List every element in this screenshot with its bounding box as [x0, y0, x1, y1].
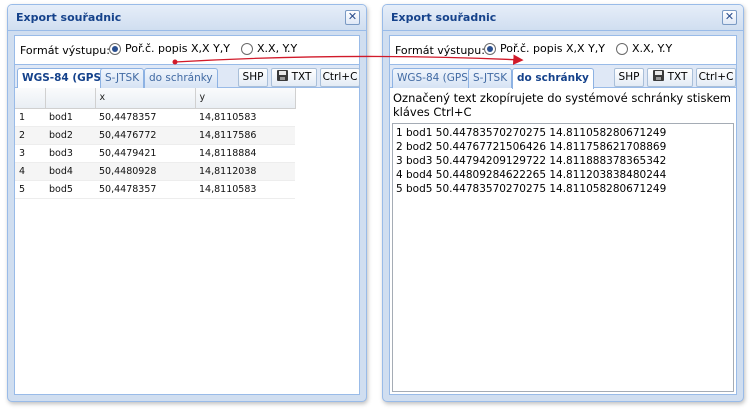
radio-unchecked-icon[interactable]	[241, 42, 253, 55]
cell-name: bod1	[45, 108, 95, 127]
tab-wgs84[interactable]: WGS-84 (GPS)	[17, 68, 111, 89]
cell-name: bod3	[45, 144, 95, 163]
tab-clipboard[interactable]: do schránky	[512, 68, 594, 89]
format-radio-2[interactable]: X.X, Y.Y	[616, 42, 672, 55]
column-header-name[interactable]	[45, 88, 96, 109]
window-header: Export souřadnic ✕	[383, 5, 743, 31]
format-radio-1[interactable]: Poř.č. popis X,X Y,Y	[109, 42, 230, 55]
cell-index: 4	[15, 162, 45, 181]
grid-header-row: x y	[15, 88, 296, 109]
clipboard-line: 1 bod1 50.44783570270275 14.811058280671…	[396, 127, 667, 139]
cell-y: 14,8118884	[195, 144, 295, 163]
cell-y: 14,8117586	[195, 126, 295, 145]
column-header-y[interactable]: y	[195, 88, 296, 109]
format-row: Formát výstupu: Poř.č. popis X,X Y,Y X.X…	[15, 36, 359, 64]
table-row[interactable]: 4 bod4 50,4480928 14,8112038	[15, 162, 295, 181]
close-icon[interactable]: ✕	[722, 10, 737, 25]
clipboard-line: 5 bod5 50.44783570270275 14.811058280671…	[396, 183, 667, 195]
tab-sjtsk[interactable]: S-JTSK	[100, 68, 145, 88]
floppy-disk-icon	[276, 70, 288, 81]
clipboard-line: 4 bod4 50.44809284622265 14.811203838480…	[396, 169, 667, 181]
table-row[interactable]: 3 bod3 50,4479421 14,8118884	[15, 144, 295, 163]
export-window-right: Export souřadnic ✕ Formát výstupu: Poř.č…	[382, 4, 744, 402]
tab-bar: WGS-84 (GPS) S-JTSK do schránky SHP TXT …	[390, 64, 736, 89]
cell-y: 14,8112038	[195, 162, 295, 181]
tab-clipboard[interactable]: do schránky	[144, 68, 218, 88]
ctrl-c-button[interactable]: Ctrl+C	[320, 68, 360, 87]
column-header-index[interactable]	[15, 88, 46, 109]
shp-button[interactable]: SHP	[614, 68, 644, 87]
table-row[interactable]: 2 bod2 50,4476772 14,8117586	[15, 126, 295, 145]
column-header-x[interactable]: x	[95, 88, 196, 109]
cell-x: 50,4478357	[95, 108, 195, 127]
cell-index: 1	[15, 108, 45, 127]
window-title: Export souřadnic	[391, 11, 497, 24]
txt-button[interactable]: TXT	[647, 68, 693, 87]
format-option-label: Poř.č. popis X,X Y,Y	[125, 42, 230, 55]
radio-checked-icon[interactable]	[109, 42, 121, 55]
radio-unchecked-icon[interactable]	[616, 42, 628, 55]
window-title: Export souřadnic	[16, 11, 122, 24]
clipboard-line: 3 bod3 50.44794209129722 14.811888378365…	[396, 155, 667, 167]
window-body: Formát výstupu: Poř.č. popis X,X Y,Y X.X…	[14, 35, 360, 395]
window-header: Export souřadnic ✕	[8, 5, 366, 31]
close-icon[interactable]: ✕	[345, 10, 360, 25]
clipboard-line: 2 bod2 50.44767721506426 14.811758621708…	[396, 141, 667, 153]
shp-button[interactable]: SHP	[238, 68, 268, 87]
cell-x: 50,4480928	[95, 162, 195, 181]
cell-index: 2	[15, 126, 45, 145]
cell-name: bod5	[45, 180, 95, 199]
tab-wgs84[interactable]: WGS-84 (GPS)	[392, 68, 477, 88]
cell-x: 50,4478357	[95, 180, 195, 199]
txt-button[interactable]: TXT	[271, 68, 317, 87]
tab-sjtsk[interactable]: S-JTSK	[468, 68, 513, 88]
export-window-left: Export souřadnic ✕ Formát výstupu: Poř.č…	[7, 4, 367, 402]
clipboard-hint: Označený text zkopírujete do systémové s…	[390, 89, 736, 121]
format-row: Formát výstupu: Poř.č. popis X,X Y,Y X.X…	[390, 36, 736, 64]
floppy-disk-icon	[652, 70, 664, 81]
window-body: Formát výstupu: Poř.č. popis X,X Y,Y X.X…	[389, 35, 737, 395]
format-label: Formát výstupu:	[20, 44, 110, 57]
cell-index: 5	[15, 180, 45, 199]
cell-index: 3	[15, 144, 45, 163]
format-option-label: X.X, Y.Y	[257, 42, 298, 55]
tab-bar: WGS-84 (GPS) S-JTSK do schránky SHP TXT …	[15, 64, 360, 89]
cell-name: bod2	[45, 126, 95, 145]
coordinates-grid: x y 1 bod1 50,4478357 14,8110583 2 bod2 …	[15, 88, 359, 394]
cell-x: 50,4479421	[95, 144, 195, 163]
cell-name: bod4	[45, 162, 95, 181]
clipboard-textarea[interactable]: 1 bod1 50.44783570270275 14.811058280671…	[392, 123, 734, 392]
format-radio-2[interactable]: X.X, Y.Y	[241, 42, 297, 55]
cell-y: 14,8110583	[195, 180, 295, 199]
radio-checked-icon[interactable]	[484, 42, 496, 55]
format-option-label: X.X, Y.Y	[632, 42, 673, 55]
cell-x: 50,4476772	[95, 126, 195, 145]
txt-button-label: TXT	[291, 71, 312, 83]
format-label: Formát výstupu:	[395, 44, 485, 57]
ctrl-c-button[interactable]: Ctrl+C	[696, 68, 736, 87]
txt-button-label: TXT	[667, 71, 688, 83]
table-row[interactable]: 1 bod1 50,4478357 14,8110583	[15, 108, 295, 127]
cell-y: 14,8110583	[195, 108, 295, 127]
table-row[interactable]: 5 bod5 50,4478357 14,8110583	[15, 180, 295, 199]
format-radio-1[interactable]: Poř.č. popis X,X Y,Y	[484, 42, 605, 55]
format-option-label: Poř.č. popis X,X Y,Y	[500, 42, 605, 55]
